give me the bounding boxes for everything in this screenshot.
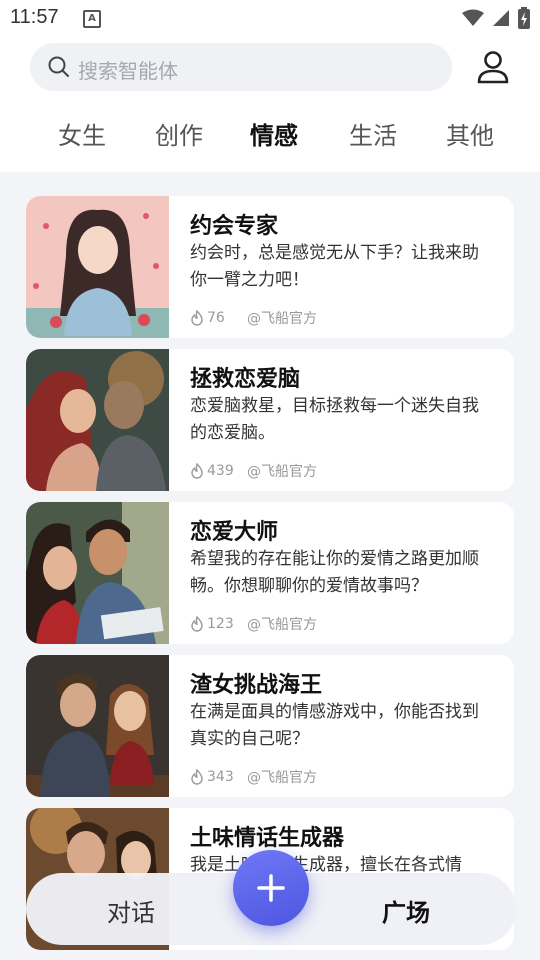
agent-author: @飞船官方 xyxy=(247,617,317,633)
app-badge-icon: A xyxy=(83,10,101,28)
agent-thumbnail xyxy=(26,655,169,797)
agent-card[interactable]: 拯救恋爱脑 恋爱脑救星，目标拯救每一个迷失自我的恋爱脑。 439 @飞船官方 xyxy=(26,349,514,491)
status-bar: 11:57 A xyxy=(0,0,540,36)
agent-thumbnail xyxy=(26,349,169,491)
tab-creation[interactable]: 创作 xyxy=(155,116,203,151)
agent-thumbnail xyxy=(26,502,169,644)
agent-description: 在满是面具的情感游戏中，你能否找到真实的自己呢？ xyxy=(190,702,479,749)
popularity-count: 76 xyxy=(207,310,225,326)
header-area: 11:57 A 搜索智能体 女生 创作 情感 生活 其他 xyxy=(0,0,540,172)
wifi-icon xyxy=(462,9,484,26)
tab-life[interactable]: 生活 xyxy=(349,116,397,151)
category-tabs: 女生 创作 情感 生活 其他 xyxy=(0,112,540,160)
search-placeholder: 搜索智能体 xyxy=(78,59,178,83)
signal-icon xyxy=(493,10,509,26)
nav-plaza[interactable]: 广场 xyxy=(382,893,430,928)
popularity-count: 343 xyxy=(207,769,234,785)
agent-thumbnail xyxy=(26,196,169,338)
status-time: 11:57 xyxy=(10,6,59,28)
agent-description: 恋爱脑救星，目标拯救每一个迷失自我的恋爱脑。 xyxy=(190,396,479,443)
agent-title: 土味情话生成器 xyxy=(190,826,345,851)
tab-emotion[interactable]: 情感 xyxy=(250,116,298,153)
agent-author: @飞船官方 xyxy=(247,770,317,786)
agent-title: 恋爱大师 xyxy=(190,520,279,545)
create-agent-button[interactable] xyxy=(233,850,309,926)
agent-author: @飞船官方 xyxy=(247,464,317,480)
agent-description: 约会时，总是感觉无从下手？让我来助你一臂之力吧！ xyxy=(190,243,479,290)
tab-girls[interactable]: 女生 xyxy=(58,116,106,151)
popularity-count: 439 xyxy=(207,463,234,479)
agent-title: 约会专家 xyxy=(190,214,279,239)
search-bar[interactable]: 搜索智能体 xyxy=(30,43,452,91)
plus-icon xyxy=(257,874,285,902)
fire-icon xyxy=(191,616,203,632)
agent-card[interactable]: 渣女挑战海王 在满是面具的情感游戏中，你能否找到真实的自己呢？ 343 @飞船官… xyxy=(26,655,514,797)
fire-icon xyxy=(191,310,203,326)
user-profile-icon[interactable] xyxy=(476,50,510,84)
agent-author: @飞船官方 xyxy=(247,311,317,327)
battery-icon xyxy=(518,7,530,29)
nav-chat[interactable]: 对话 xyxy=(107,893,155,928)
popularity-count: 123 xyxy=(207,616,234,632)
agent-title: 拯救恋爱脑 xyxy=(190,367,301,392)
search-icon xyxy=(48,56,69,77)
fire-icon xyxy=(191,463,203,479)
agent-title: 渣女挑战海王 xyxy=(190,673,323,698)
tab-other[interactable]: 其他 xyxy=(446,116,494,151)
agent-card[interactable]: 恋爱大师 希望我的存在能让你的爱情之路更加顺畅。你想聊聊你的爱情故事吗？ 123… xyxy=(26,502,514,644)
agent-card[interactable]: 约会专家 约会时，总是感觉无从下手？让我来助你一臂之力吧！ 76 @飞船官方 xyxy=(26,196,514,338)
agent-description: 希望我的存在能让你的爱情之路更加顺畅。你想聊聊你的爱情故事吗？ xyxy=(190,549,479,596)
fire-icon xyxy=(191,769,203,785)
